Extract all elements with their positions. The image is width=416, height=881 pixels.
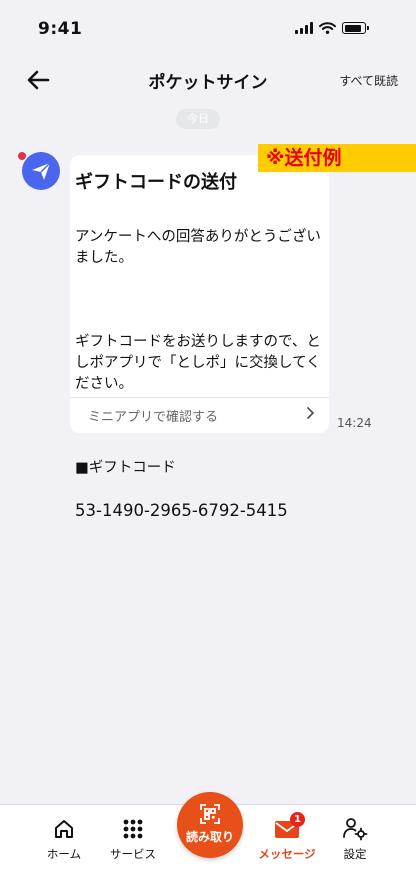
message-paragraph-1: アンケートへの回答ありがとうございました。 xyxy=(75,229,321,266)
message-bubble[interactable]: ※送付例 ギフトコードの送付 アンケートへの回答ありがとうございました。 ギフト… xyxy=(70,144,416,520)
chevron-right-icon[interactable] xyxy=(303,405,317,421)
grid-icon xyxy=(123,819,143,839)
message-paragraph-2: ギフトコードをお送りしますので、としポアプリで「としポ」に交換してください。 xyxy=(75,334,321,392)
message-title: ギフトコードの送付 xyxy=(75,172,237,193)
battery-icon xyxy=(342,22,369,34)
status-icons xyxy=(295,22,369,34)
scan-button[interactable]: 読み取り xyxy=(177,792,243,858)
paper-plane-icon xyxy=(32,162,51,180)
sender-avatar xyxy=(22,152,60,190)
wifi-icon xyxy=(319,22,336,34)
tab-messages-label: メッセージ xyxy=(258,847,316,861)
qr-scan-icon xyxy=(200,804,220,824)
tab-settings[interactable]: 設定 xyxy=(323,815,387,862)
gift-code: 53-1490-2965-6792-5415 xyxy=(75,501,288,520)
status-time: 9:41 xyxy=(38,19,83,39)
app-header: ポケットサイン すべて既読 xyxy=(0,56,416,104)
open-mini-app-link[interactable]: ミニアプリで確認する xyxy=(88,406,218,425)
tab-settings-label: 設定 xyxy=(343,847,367,861)
bubble-divider xyxy=(70,397,329,398)
gift-code-label: ■ギフトコード xyxy=(75,460,176,476)
sample-tag: ※送付例 xyxy=(258,144,416,172)
scan-button-label: 読み取り xyxy=(185,830,234,844)
mark-all-read-button[interactable]: すべて既読 xyxy=(339,72,398,89)
tab-services-label: サービス xyxy=(110,847,156,861)
date-separator: 今日 xyxy=(176,109,220,129)
tab-messages[interactable]: メッセージ xyxy=(255,815,319,862)
tab-services[interactable]: サービス xyxy=(101,815,165,862)
status-bar: 9:41 xyxy=(0,0,416,56)
home-icon xyxy=(55,820,73,838)
unread-indicator xyxy=(17,151,27,161)
signal-icon xyxy=(295,22,313,34)
tab-home[interactable]: ホーム xyxy=(32,815,96,862)
tab-home-label: ホーム xyxy=(46,847,82,861)
message-time: 14:24 xyxy=(337,416,372,430)
user-settings-icon xyxy=(343,818,368,841)
message-count-badge: 1 xyxy=(290,812,305,827)
message-body: アンケートへの回答ありがとうございました。 ギフトコードをお送りしますので、とし… xyxy=(75,206,325,542)
